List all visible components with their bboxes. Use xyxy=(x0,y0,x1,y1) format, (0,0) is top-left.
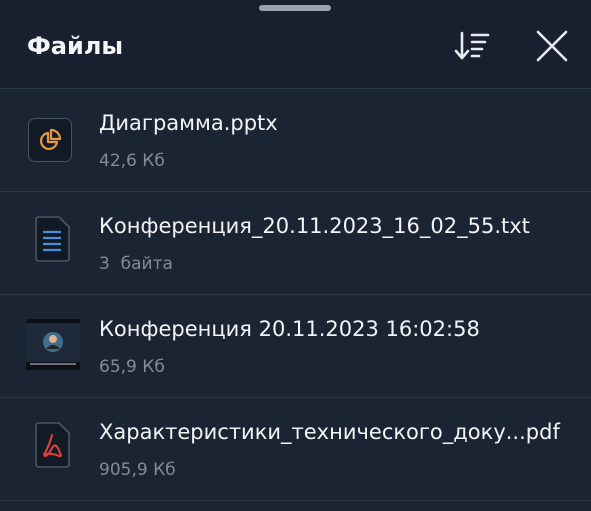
pie-chart-file-icon xyxy=(28,118,72,162)
file-list: Диаграмма.pptx 42,6 Кб Конференция_20.11… xyxy=(0,89,591,501)
list-item[interactable]: Конференция 20.11.2023 16:02:58 65,9 Кб xyxy=(0,295,591,398)
close-button[interactable] xyxy=(532,26,572,66)
file-name: Конференция_20.11.2023_16_02_55.txt xyxy=(99,214,530,238)
file-name: Конференция 20.11.2023 16:02:58 xyxy=(99,317,480,341)
drag-handle[interactable] xyxy=(259,5,331,11)
list-item[interactable]: Конференция_20.11.2023_16_02_55.txt 3 ба… xyxy=(0,192,591,295)
text-document-icon xyxy=(35,216,70,262)
sort-button[interactable] xyxy=(452,26,492,66)
video-thumbnail xyxy=(26,319,80,370)
sheet-header: Файлы xyxy=(0,0,591,89)
pdf-document-icon xyxy=(35,422,70,468)
files-sheet: Файлы Диаграмма.pptx 42,6 Кб Конференция… xyxy=(0,0,591,511)
sort-descending-icon xyxy=(454,31,490,60)
file-size: 905,9 Кб xyxy=(99,460,176,480)
file-size: 3 байта xyxy=(99,254,173,274)
page-title: Файлы xyxy=(27,32,124,60)
file-size: 42,6 Кб xyxy=(99,151,165,171)
close-icon xyxy=(536,30,568,62)
file-name: Диаграмма.pptx xyxy=(99,111,278,135)
file-name: Характеристики_технического_доку...pdf xyxy=(99,420,560,444)
file-size: 65,9 Кб xyxy=(99,357,165,377)
list-item[interactable]: Характеристики_технического_доку...pdf 9… xyxy=(0,398,591,501)
list-item[interactable]: Диаграмма.pptx 42,6 Кб xyxy=(0,89,591,192)
